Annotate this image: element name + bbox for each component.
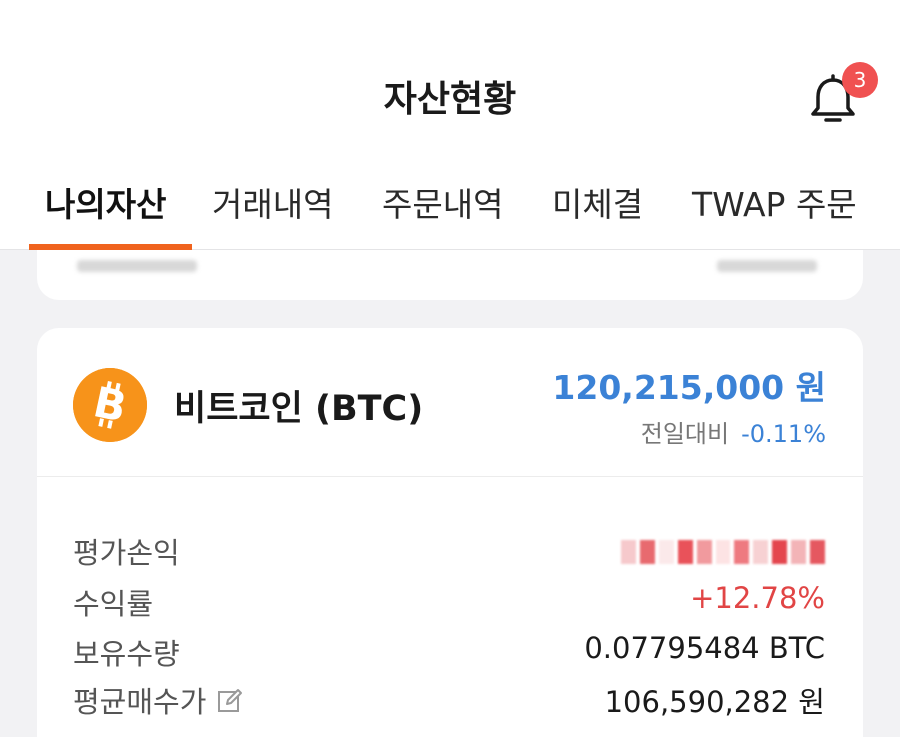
- obscured-value: [717, 260, 817, 272]
- bitcoin-asset-card[interactable]: B 비트코인 (BTC) 120,215,000 원 전일대비 -0.11% 평가…: [37, 328, 863, 737]
- return-rate-row: 수익률 +12.78%: [73, 581, 825, 625]
- card-divider: [37, 476, 863, 477]
- holdings-value: 0.07795484 BTC: [584, 631, 825, 665]
- profit-loss-label: 평가손익: [73, 536, 180, 570]
- active-tab-indicator: [29, 244, 192, 250]
- edit-icon[interactable]: [216, 687, 244, 722]
- app-header: 자산현황 3 나의자산 거래내역 주문내역 미체결 TWAP 주문: [0, 0, 900, 250]
- price-change-row: 전일대비 -0.11%: [641, 414, 826, 449]
- obscured-profit-value: [621, 540, 825, 564]
- page-title: 자산현황: [383, 79, 517, 120]
- avg-price-label-wrap: 평균매수가: [73, 679, 244, 722]
- partially-visible-row: [73, 727, 825, 737]
- avg-price-row: 평균매수가 106,590,282 원: [73, 679, 825, 723]
- coin-name: 비트코인 (BTC): [174, 389, 424, 429]
- change-value: -0.11%: [741, 420, 826, 448]
- coin-price: 120,215,000 원: [552, 368, 826, 407]
- avg-price-label: 평균매수가: [73, 685, 207, 719]
- tab-trade-history[interactable]: 거래내역: [212, 178, 333, 226]
- holdings-label: 보유수량: [73, 637, 180, 671]
- bitcoin-icon: B: [73, 368, 147, 442]
- tab-twap-order[interactable]: TWAP 주문: [692, 178, 857, 226]
- notification-badge: 3: [842, 62, 878, 98]
- obscured-row: [77, 260, 197, 272]
- return-rate-label: 수익률: [73, 587, 154, 621]
- tab-order-history[interactable]: 주문내역: [382, 178, 503, 226]
- avg-price-value: 106,590,282 원: [604, 685, 825, 719]
- tab-bar: 나의자산 거래내역 주문내역 미체결 TWAP 주문: [0, 178, 900, 250]
- tab-unfilled[interactable]: 미체결: [552, 178, 643, 226]
- holdings-row: 보유수량 0.07795484 BTC: [73, 631, 825, 675]
- tab-my-assets[interactable]: 나의자산: [45, 178, 166, 226]
- profit-loss-row: 평가손익: [73, 530, 825, 574]
- return-rate-value: +12.78%: [690, 581, 825, 615]
- change-label: 전일대비: [640, 420, 730, 448]
